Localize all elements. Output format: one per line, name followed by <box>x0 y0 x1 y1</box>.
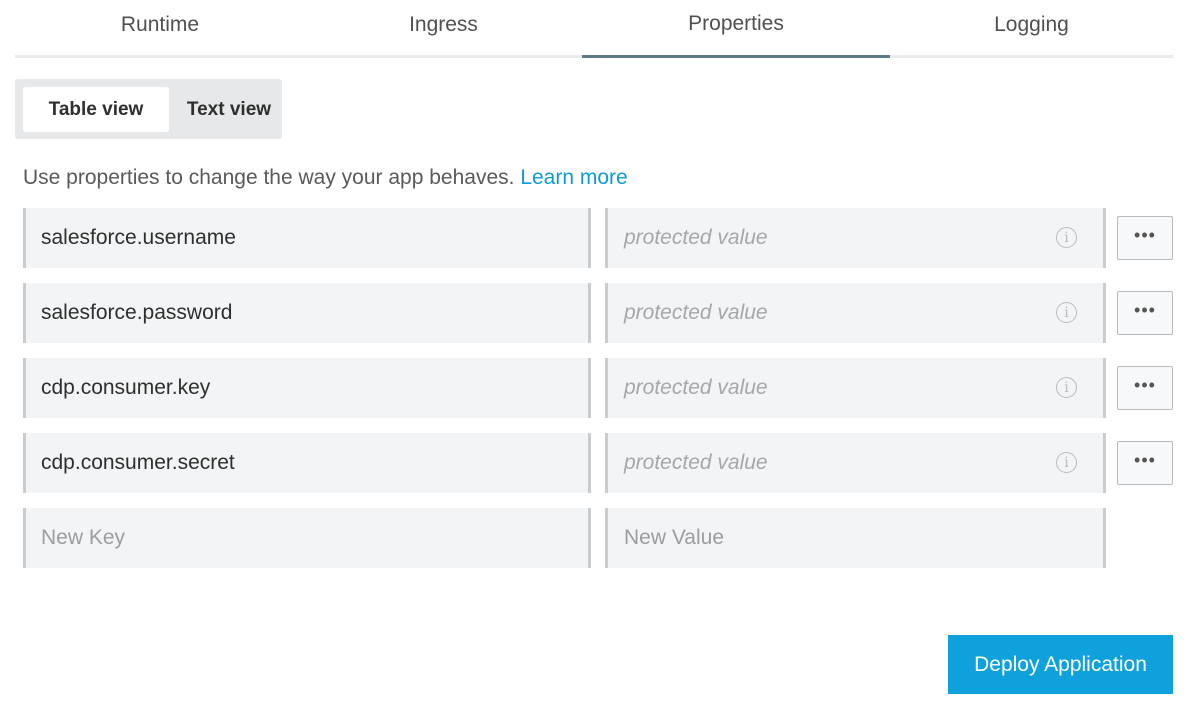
property-key-field[interactable]: salesforce.password <box>23 283 591 343</box>
more-options-button[interactable]: ••• <box>1117 291 1173 335</box>
tab-runtime[interactable]: Runtime <box>15 0 305 58</box>
property-row: cdp.consumer.secret protected value i ••… <box>0 433 1192 493</box>
deploy-application-button[interactable]: Deploy Application <box>948 635 1173 694</box>
value-placeholder: protected value <box>624 301 768 324</box>
value-placeholder: protected value <box>624 376 768 399</box>
value-placeholder: protected value <box>624 451 768 474</box>
table-view-button[interactable]: Table view <box>23 87 169 132</box>
more-options-button[interactable]: ••• <box>1117 366 1173 410</box>
property-key-field[interactable]: cdp.consumer.secret <box>23 433 591 493</box>
property-row: salesforce.password protected value i ••… <box>0 283 1192 343</box>
hint-text: Use properties to change the way your ap… <box>23 166 521 189</box>
new-value-input[interactable]: New Value <box>605 508 1106 568</box>
info-icon[interactable]: i <box>1056 227 1077 248</box>
property-key-field[interactable]: cdp.consumer.key <box>23 358 591 418</box>
tab-properties[interactable]: Properties <box>582 0 890 58</box>
property-value-field[interactable]: protected value i <box>605 283 1106 343</box>
property-row: cdp.consumer.key protected value i ••• <box>0 358 1192 418</box>
tab-ingress[interactable]: Ingress <box>305 0 582 58</box>
view-toggle: Table view Text view <box>15 79 282 139</box>
info-icon[interactable]: i <box>1056 302 1077 323</box>
new-key-input[interactable]: New Key <box>23 508 591 568</box>
property-value-field[interactable]: protected value i <box>605 208 1106 268</box>
property-row: salesforce.username protected value i ••… <box>0 208 1192 268</box>
learn-more-link[interactable]: Learn more <box>520 166 627 189</box>
more-options-button[interactable]: ••• <box>1117 441 1173 485</box>
more-options-button[interactable]: ••• <box>1117 216 1173 260</box>
property-value-field[interactable]: protected value i <box>605 433 1106 493</box>
new-property-row: New Key New Value <box>0 508 1192 568</box>
property-key-field[interactable]: salesforce.username <box>23 208 591 268</box>
text-view-button[interactable]: Text view <box>171 87 287 132</box>
tab-logging[interactable]: Logging <box>890 0 1173 58</box>
info-icon[interactable]: i <box>1056 452 1077 473</box>
property-value-field[interactable]: protected value i <box>605 358 1106 418</box>
properties-hint: Use properties to change the way your ap… <box>23 166 628 190</box>
tab-bar: Runtime Ingress Properties Logging <box>15 0 1173 58</box>
info-icon[interactable]: i <box>1056 377 1077 398</box>
value-placeholder: protected value <box>624 226 768 249</box>
